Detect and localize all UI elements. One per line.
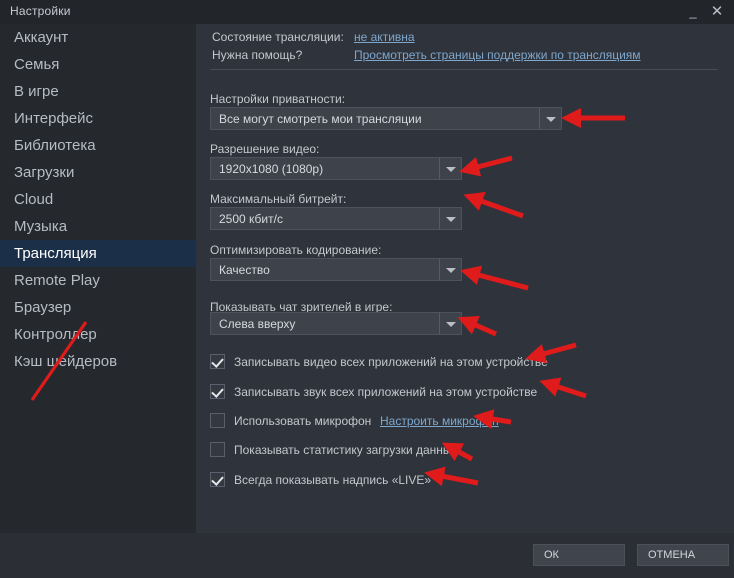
chevron-down-icon[interactable]: [439, 158, 461, 179]
sidebar-item-7[interactable]: Музыка: [0, 213, 196, 240]
sidebar-item-0[interactable]: Аккаунт: [0, 24, 196, 51]
chevron-down-icon[interactable]: [439, 313, 461, 334]
dropdown-0[interactable]: Все могут смотреть мои трансляции: [210, 107, 562, 130]
help-support-link[interactable]: Просмотреть страницы поддержки по трансл…: [354, 48, 641, 62]
help-label: Нужна помощь?: [212, 48, 303, 62]
minimize-icon[interactable]: _: [683, 2, 703, 22]
sidebar-item-label: Музыка: [14, 218, 68, 235]
sidebar-item-label: Аккаунт: [14, 29, 69, 46]
sidebar-item-label: Загрузки: [14, 164, 75, 181]
settings-window: Настройки _ ✕ Аккаунт Семья В игре Интерфей…: [0, 0, 734, 578]
field-label-0: Настройки приватности:: [210, 92, 346, 106]
sidebar-item-11[interactable]: Контроллер: [0, 321, 196, 348]
sidebar-item-label: Cloud: [14, 191, 54, 208]
dropdown-value-1: 1920x1080 (1080p): [219, 162, 324, 176]
ok-button[interactable]: ОК: [533, 544, 625, 566]
sidebar-item-label: Трансляция: [14, 245, 97, 262]
sidebar-item-3[interactable]: Интерфейс: [0, 105, 196, 132]
configure-microphone-link[interactable]: Настроить микрофон: [380, 414, 499, 428]
sidebar-item-label: В игре: [14, 83, 59, 100]
chevron-down-icon[interactable]: [539, 108, 561, 129]
sidebar-item-label: Кэш шейдеров: [14, 353, 118, 370]
checkbox-label-4: Всегда показывать надпись «LIVE»: [234, 473, 432, 487]
field-label-3: Оптимизировать кодирование:: [210, 243, 382, 257]
window-title: Настройки: [10, 4, 71, 18]
sidebar: Аккаунт Семья В игре Интерфейс Библиотека Заг…: [0, 24, 196, 533]
checkbox-1[interactable]: [210, 384, 225, 399]
chevron-down-icon[interactable]: [439, 259, 461, 280]
dropdown-3[interactable]: Качество: [210, 258, 462, 281]
dropdown-2[interactable]: 2500 кбит/с: [210, 207, 462, 230]
sidebar-item-label: Семья: [14, 56, 60, 73]
dropdown-1[interactable]: 1920x1080 (1080p): [210, 157, 462, 180]
checkbox-label-1: Записывать звук всех приложений на этом …: [234, 385, 538, 399]
dropdown-value-0: Все могут смотреть мои трансляции: [219, 112, 422, 126]
sidebar-item-10[interactable]: Браузер: [0, 294, 196, 321]
checkbox-0[interactable]: [210, 354, 225, 369]
dropdown-value-2: 2500 кбит/с: [219, 212, 283, 226]
checkbox-label-2: Использовать микрофон: [234, 414, 372, 428]
sidebar-item-label: Браузер: [14, 299, 72, 316]
field-label-2: Максимальный битрейт:: [210, 192, 347, 206]
checkbox-3[interactable]: [210, 442, 225, 457]
checkbox-4[interactable]: [210, 472, 225, 487]
close-icon[interactable]: ✕: [707, 2, 727, 22]
sidebar-item-8[interactable]: Трансляция: [0, 240, 196, 267]
dropdown-4[interactable]: Слева вверху: [210, 312, 462, 335]
title-bar: Настройки _ ✕: [0, 0, 734, 24]
sidebar-item-label: Remote Play: [14, 272, 100, 289]
checkbox-label-3: Показывать статистику загрузки данных: [234, 443, 458, 457]
sidebar-item-1[interactable]: Семья: [0, 51, 196, 78]
sidebar-item-12[interactable]: Кэш шейдеров: [0, 348, 196, 375]
checkbox-2[interactable]: [210, 413, 225, 428]
sidebar-item-label: Интерфейс: [14, 110, 94, 127]
sidebar-item-2[interactable]: В игре: [0, 78, 196, 105]
broadcast-status-value[interactable]: не активна: [354, 30, 415, 44]
footer-bar: ОК ОТМЕНА: [0, 533, 734, 578]
sidebar-item-4[interactable]: Библиотека: [0, 132, 196, 159]
main-panel: Состояние трансляции: не активна Нужна п…: [196, 24, 734, 533]
broadcast-status-label: Состояние трансляции:: [212, 30, 344, 44]
checkbox-label-0: Записывать видео всех приложений на этом…: [234, 355, 548, 369]
sidebar-item-5[interactable]: Загрузки: [0, 159, 196, 186]
field-label-1: Разрешение видео:: [210, 142, 320, 156]
sidebar-item-9[interactable]: Remote Play: [0, 267, 196, 294]
dropdown-value-4: Слева вверху: [219, 317, 296, 331]
dropdown-value-3: Качество: [219, 263, 270, 277]
chevron-down-icon[interactable]: [439, 208, 461, 229]
sidebar-item-label: Контроллер: [14, 326, 97, 343]
sidebar-item-label: Библиотека: [14, 137, 96, 154]
section-divider: [210, 69, 718, 70]
sidebar-item-6[interactable]: Cloud: [0, 186, 196, 213]
cancel-button[interactable]: ОТМЕНА: [637, 544, 729, 566]
